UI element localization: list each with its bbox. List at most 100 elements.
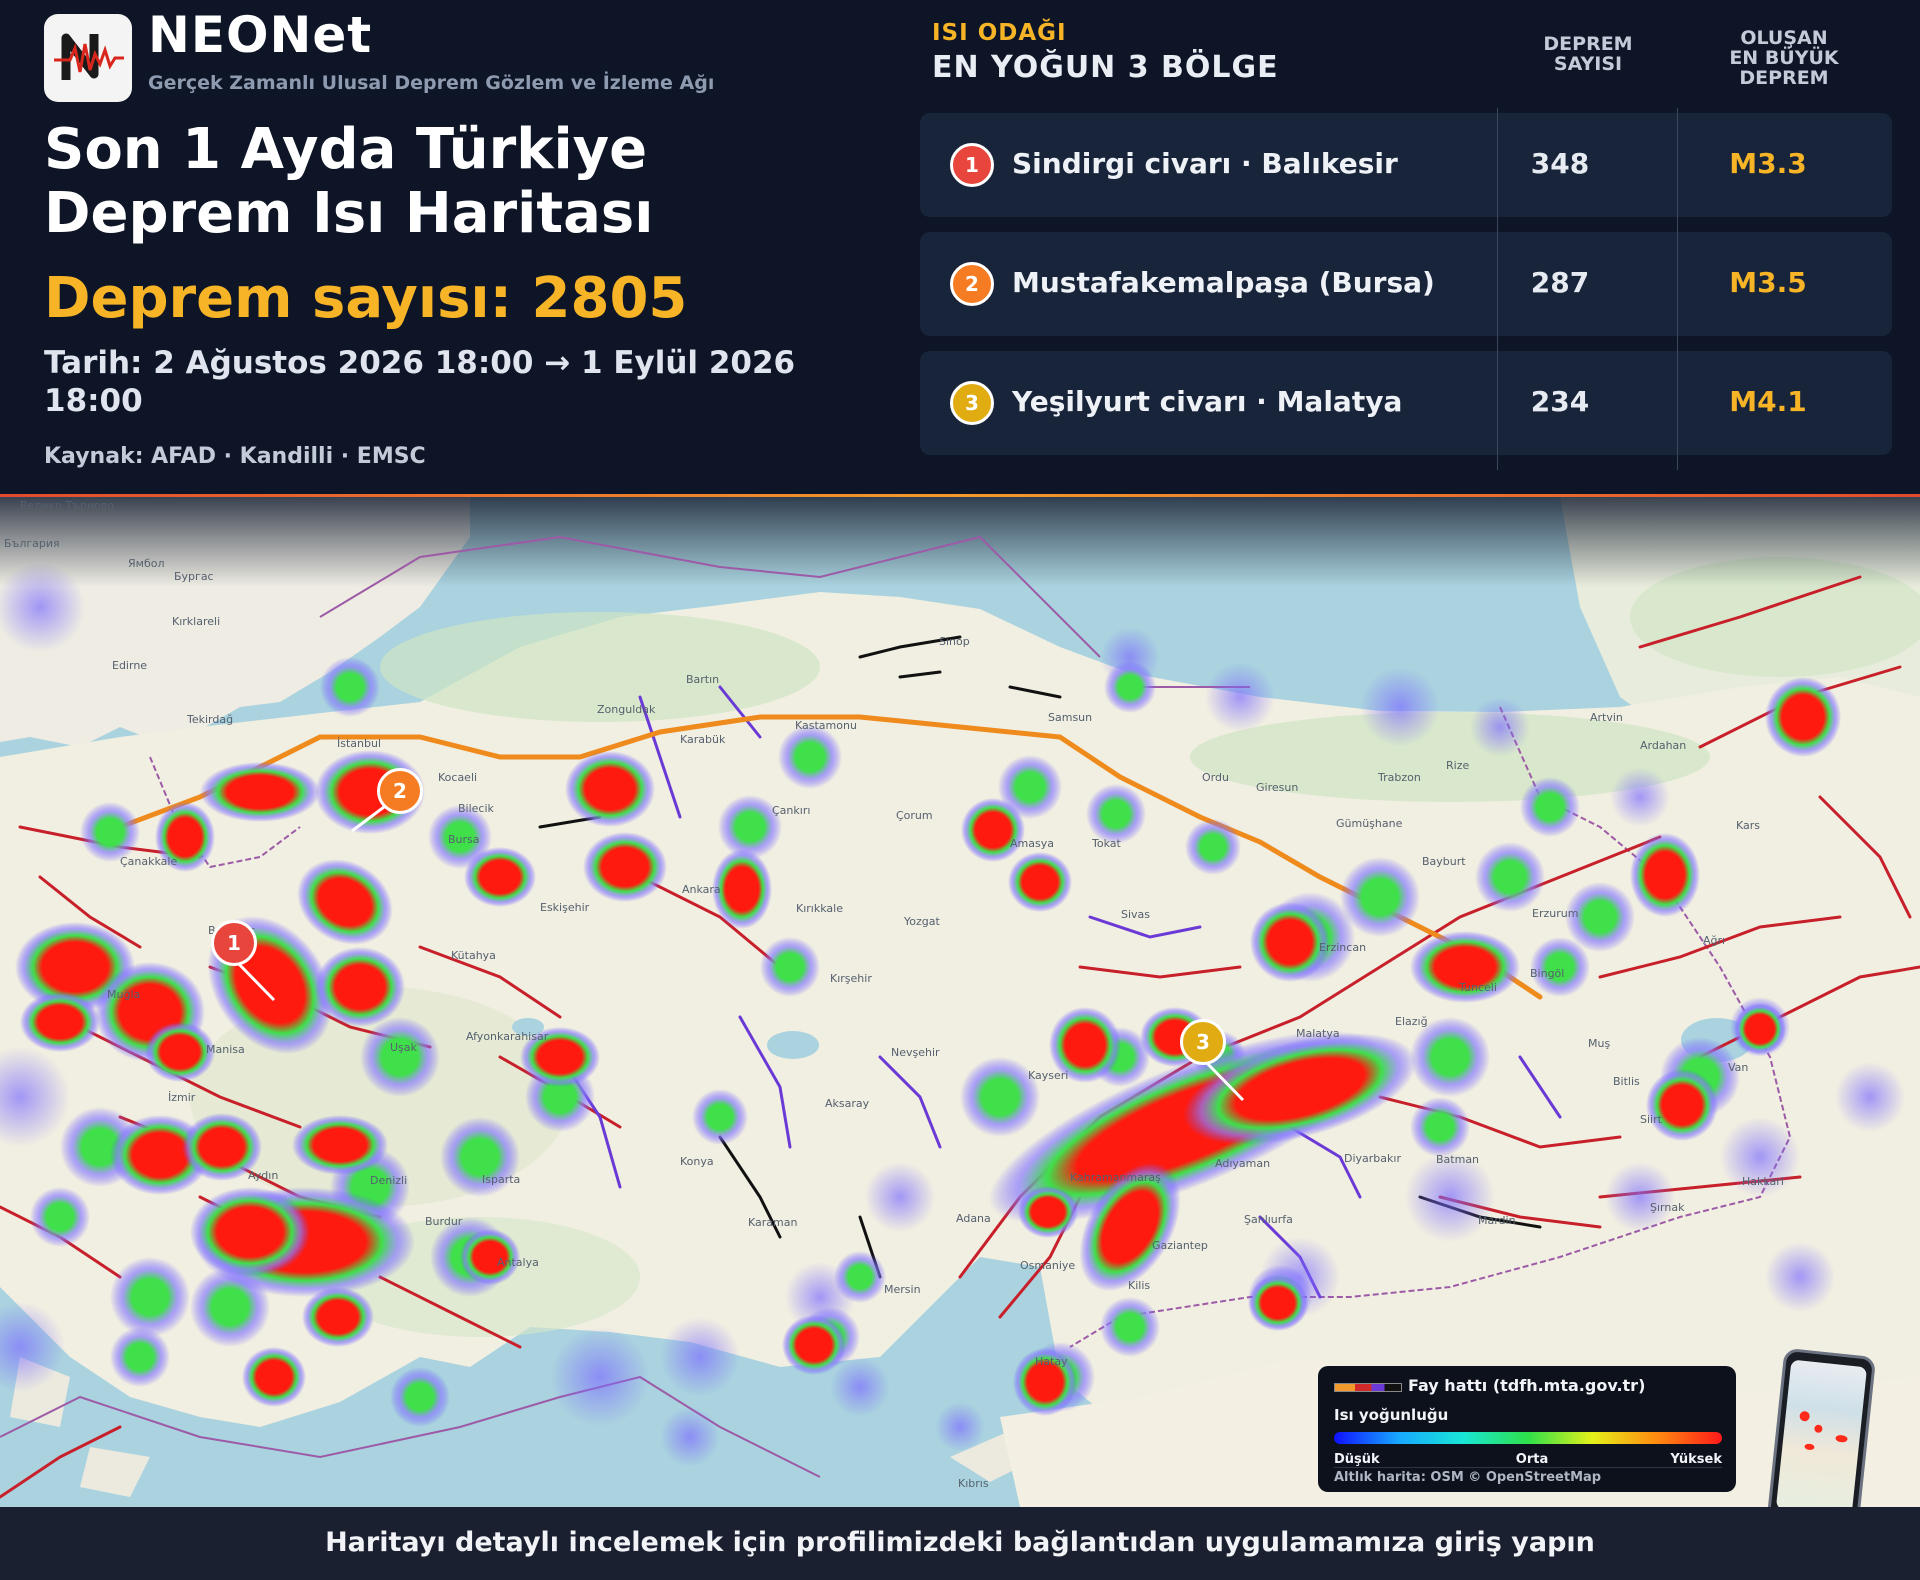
place-label: Eskişehir [540, 901, 590, 914]
place-label: Isparta [482, 1173, 521, 1186]
legend-heat-title: Isı yoğunluğu [1334, 1406, 1449, 1424]
place-label: Kastamonu [795, 719, 857, 732]
region-name: Sindirgi civarı · Balıkesir [1012, 147, 1398, 180]
column-header-count: DEPREM SAYISI [1543, 33, 1633, 75]
place-label: Hatay [1035, 1355, 1068, 1368]
place-label: Nevşehir [891, 1046, 940, 1059]
footer-banner: Haritayı detaylı incelemek için profilim… [0, 1507, 1920, 1580]
place-label: Muğla [107, 988, 141, 1001]
place-label: Burdur [425, 1215, 463, 1228]
place-label: Manisa [206, 1043, 245, 1056]
page-title: Son 1 Ayda Türkiye Deprem Isı Haritası [44, 118, 824, 246]
place-label: Tekirdağ [187, 713, 234, 726]
place-label: Erzurum [1532, 907, 1579, 920]
place-label: Mardin [1478, 1214, 1516, 1227]
column-header-max: OLUŞAN EN BÜYÜK DEPREM [1729, 27, 1839, 89]
place-label: Bursa [448, 833, 480, 846]
place-label: Trabzon [1378, 771, 1421, 784]
place-label: Ardahan [1640, 739, 1687, 752]
hotspot-kicker: ISI ODAĞI [932, 20, 1067, 46]
place-label: Giresun [1256, 781, 1299, 794]
place-label: Samsun [1048, 711, 1093, 724]
column-divider [1497, 108, 1498, 470]
place-label: Karabük [680, 733, 726, 746]
place-label: Mersin [884, 1283, 921, 1296]
place-label: Artvin [1590, 711, 1623, 724]
place-label: Велико Търново [20, 499, 114, 512]
place-label: Çorum [896, 809, 933, 822]
title-line-2: Deprem Isı Haritası [44, 181, 654, 246]
hotspot-marker-3[interactable]: 3 [1180, 1019, 1226, 1065]
place-label: Gaziantep [1152, 1239, 1208, 1252]
place-label: Malatya [1296, 1027, 1340, 1040]
rank-badge: 2 [950, 262, 994, 306]
max-magnitude: M3.3 [1729, 147, 1807, 180]
place-label: Afyonkarahisar [466, 1030, 549, 1043]
place-label: Bilecik [458, 802, 494, 815]
hotspot-marker-1[interactable]: 1 [211, 920, 257, 966]
earthquake-count: Deprem sayısı: 2805 [44, 266, 688, 331]
hotspot-marker-2[interactable]: 2 [377, 768, 423, 814]
rank-badge: 3 [950, 381, 994, 425]
place-label: Erzincan [1319, 941, 1367, 954]
place-label: Ямбол [128, 557, 165, 570]
place-label: Denizli [370, 1174, 408, 1187]
place-label: Kahramanmaraş [1070, 1171, 1161, 1184]
place-label: Sinop [939, 635, 970, 648]
place-label: Edirne [112, 659, 148, 672]
place-label: Diyarbakır [1344, 1152, 1401, 1165]
place-label: Aydın [248, 1169, 279, 1182]
column-divider [1677, 108, 1678, 470]
place-label: Kayseri [1028, 1069, 1069, 1082]
title-line-1: Son 1 Ayda Türkiye [44, 117, 648, 182]
legend-fault-title: Fay hattı (tdfh.mta.gov.tr) [1408, 1376, 1646, 1395]
quake-count: 287 [1530, 266, 1590, 299]
region-name: Yeşilyurt civarı · Malatya [1012, 385, 1403, 418]
place-label: Antalya [497, 1256, 539, 1269]
map-attribution: Altlık harita: OSM © OpenStreetMap [1334, 1470, 1602, 1485]
data-source: Kaynak: AFAD · Kandilli · EMSC [44, 444, 426, 469]
place-label: Kıbrıs [958, 1477, 989, 1490]
place-label: Hakkari [1742, 1175, 1784, 1188]
place-label: Çanakkale [120, 855, 178, 868]
place-label: Adana [956, 1212, 991, 1225]
place-label: İstanbul [337, 737, 382, 750]
phone-screen [1775, 1359, 1868, 1517]
header: NEONet Gerçek Zamanlı Ulusal Deprem Gözl… [0, 0, 1920, 496]
legend-low: Düşük [1334, 1452, 1380, 1467]
max-magnitude: M4.1 [1729, 385, 1807, 418]
fault-line-swatch [1334, 1383, 1402, 1392]
heatmap-map[interactable]: Велико Търново България Бургас Ямбол Kır… [0, 497, 1920, 1507]
hotspot-row-1[interactable]: 1 Sindirgi civarı · Balıkesir 348 M3.3 [920, 113, 1892, 217]
map-legend: Fay hattı (tdfh.mta.gov.tr) Isı yoğunluğ… [1318, 1366, 1736, 1492]
place-label: Yozgat [904, 915, 940, 928]
place-label: Bayburt [1422, 855, 1466, 868]
place-label: Kırklareli [172, 615, 221, 628]
place-label: Şırnak [1650, 1201, 1685, 1214]
legend-divider [1334, 1467, 1722, 1468]
place-label: Kırıkkale [796, 902, 843, 915]
place-label: Amasya [1010, 837, 1054, 850]
hotspot-row-3[interactable]: 3 Yeşilyurt civarı · Malatya 234 M4.1 [920, 351, 1892, 455]
place-label: Batman [1436, 1153, 1480, 1166]
place-label: Şanlıurfa [1244, 1213, 1293, 1226]
quake-count: 234 [1530, 385, 1590, 418]
quake-count: 348 [1530, 147, 1590, 180]
neonet-logo[interactable] [44, 14, 132, 102]
region-name: Mustafakemalpaşa (Bursa) [1012, 266, 1435, 299]
place-label: Bartın [686, 673, 720, 686]
place-label: Muş [1588, 1037, 1611, 1050]
legend-mid: Orta [1515, 1452, 1549, 1467]
place-label: Bitlis [1613, 1075, 1640, 1088]
place-label: Aksaray [825, 1097, 870, 1110]
rank-badge: 1 [950, 143, 994, 187]
place-label: Kocaeli [438, 771, 478, 784]
legend-high: Yüksek [1670, 1452, 1722, 1467]
place-label: İzmir [168, 1091, 196, 1104]
seismograph-icon [54, 33, 124, 80]
hotspot-row-2[interactable]: 2 Mustafakemalpaşa (Bursa) 287 M3.5 [920, 232, 1892, 336]
place-label: Rize [1446, 759, 1470, 772]
place-label: Bingöl [1530, 967, 1565, 980]
place-label: Kırşehir [830, 972, 872, 985]
place-label: Ankara [682, 883, 721, 896]
